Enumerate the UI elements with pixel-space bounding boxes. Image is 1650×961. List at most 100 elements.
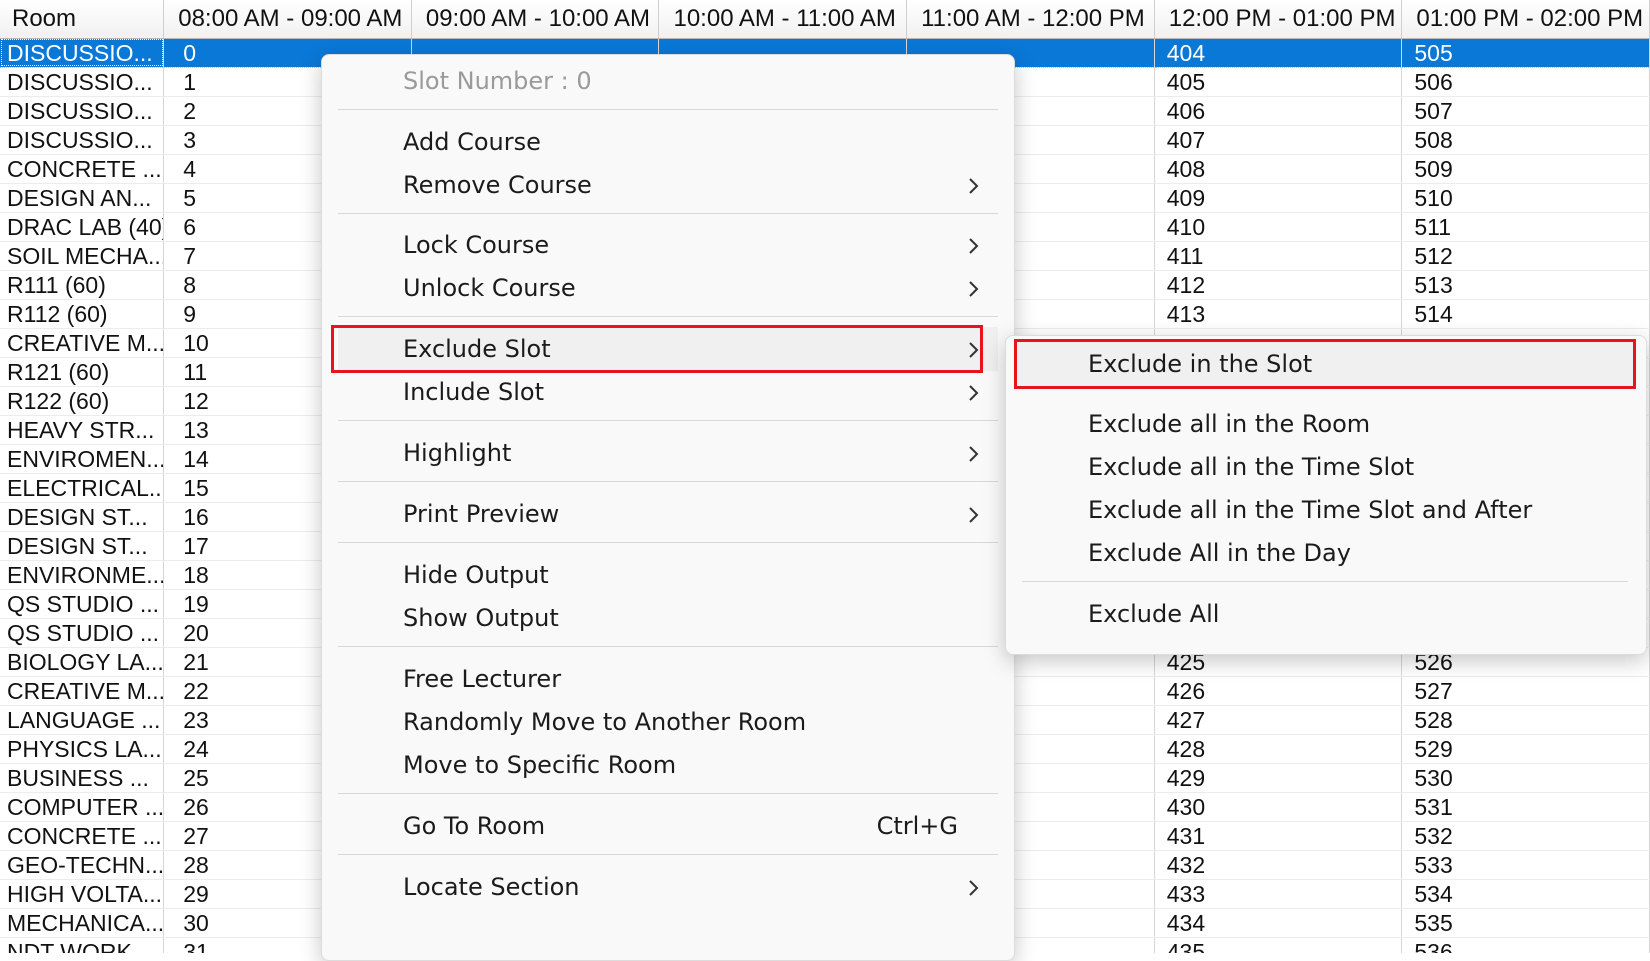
timeslot-cell[interactable]: 507	[1401, 96, 1650, 126]
timeslot-cell[interactable]: 506	[1401, 67, 1650, 97]
timeslot-cell[interactable]: 431	[1154, 821, 1403, 851]
room-cell[interactable]: HEAVY STR...	[0, 415, 165, 445]
timeslot-cell[interactable]: 410	[1154, 212, 1403, 242]
timeslot-cell[interactable]: 536	[1401, 937, 1650, 953]
timeslot-cell[interactable]: 407	[1154, 125, 1403, 155]
column-header-timeslot[interactable]: 11:00 AM - 12:00 PM	[906, 0, 1155, 39]
column-header-room[interactable]: Room	[0, 0, 165, 39]
room-cell[interactable]: R112 (60)	[0, 299, 165, 329]
timeslot-cell[interactable]: 531	[1401, 792, 1650, 822]
exclude-all-room-item[interactable]: Exclude all in the Room	[1016, 402, 1634, 446]
timeslot-cell[interactable]: 514	[1401, 299, 1650, 329]
exclude-in-slot-item[interactable]: Exclude in the Slot	[1016, 342, 1634, 386]
room-cell[interactable]: NDT WORK	[0, 937, 165, 953]
timeslot-cell[interactable]: 433	[1154, 879, 1403, 909]
timeslot-cell[interactable]: 527	[1401, 676, 1650, 706]
timeslot-cell[interactable]: 508	[1401, 125, 1650, 155]
room-cell[interactable]: CREATIVE M...	[0, 676, 165, 706]
timeslot-cell[interactable]: 434	[1154, 908, 1403, 938]
timeslot-cell[interactable]: 435	[1154, 937, 1403, 953]
add-course-item[interactable]: Add Course	[338, 120, 998, 164]
room-cell[interactable]: QS STUDIO ...	[0, 589, 165, 619]
exclude-all-item[interactable]: Exclude All	[1016, 592, 1634, 636]
timeslot-cell[interactable]: 510	[1401, 183, 1650, 213]
room-cell[interactable]: COMPUTER ...	[0, 792, 165, 822]
timeslot-cell[interactable]: 509	[1401, 154, 1650, 184]
timeslot-cell[interactable]: 532	[1401, 821, 1650, 851]
lock-course-item[interactable]: Lock Course	[338, 223, 998, 267]
timeslot-cell[interactable]: 534	[1401, 879, 1650, 909]
include-slot-item[interactable]: Include Slot	[338, 370, 998, 414]
timeslot-cell[interactable]: 406	[1154, 96, 1403, 126]
show-output-item[interactable]: Show Output	[338, 596, 998, 640]
room-cell[interactable]: ELECTRICAL...	[0, 473, 165, 503]
exclude-slot-item[interactable]: Exclude Slot	[338, 327, 998, 371]
timeslot-cell[interactable]: 528	[1401, 705, 1650, 735]
hide-output-item[interactable]: Hide Output	[338, 553, 998, 597]
timeslot-cell[interactable]: 404	[1154, 38, 1403, 68]
room-cell[interactable]: DESIGN ST...	[0, 502, 165, 532]
timeslot-cell[interactable]: 411	[1154, 241, 1403, 271]
room-cell[interactable]: HIGH VOLTA...	[0, 879, 165, 909]
column-header-timeslot[interactable]: 10:00 AM - 11:00 AM	[658, 0, 908, 39]
timeslot-cell[interactable]: 513	[1401, 270, 1650, 300]
timeslot-cell[interactable]: 512	[1401, 241, 1650, 271]
remove-course-item[interactable]: Remove Course	[338, 163, 998, 207]
move-specific-room-item[interactable]: Move to Specific Room	[338, 743, 998, 787]
timeslot-cell[interactable]: 428	[1154, 734, 1403, 764]
exclude-all-time-slot-item[interactable]: Exclude all in the Time Slot	[1016, 445, 1634, 489]
room-cell[interactable]: LANGUAGE ...	[0, 705, 165, 735]
room-cell[interactable]: DISCUSSIO...	[0, 96, 165, 126]
room-cell[interactable]: DISCUSSIO...	[0, 125, 165, 155]
timeslot-cell[interactable]: 429	[1154, 763, 1403, 793]
timeslot-cell[interactable]: 426	[1154, 676, 1403, 706]
unlock-course-item[interactable]: Unlock Course	[338, 266, 998, 310]
column-header-timeslot[interactable]: 09:00 AM - 10:00 AM	[411, 0, 660, 39]
column-header-timeslot[interactable]: 01:00 PM - 02:00 PM	[1401, 0, 1650, 39]
timeslot-cell[interactable]: 408	[1154, 154, 1403, 184]
room-cell[interactable]: CONCRETE ...	[0, 154, 165, 184]
timeslot-cell[interactable]: 427	[1154, 705, 1403, 735]
highlight-item[interactable]: Highlight	[338, 431, 998, 475]
timeslot-cell[interactable]: 405	[1154, 67, 1403, 97]
room-cell[interactable]: R121 (60)	[0, 357, 165, 387]
room-cell[interactable]: QS STUDIO ...	[0, 618, 165, 648]
room-cell[interactable]: PHYSICS LA...	[0, 734, 165, 764]
room-cell[interactable]: GEO-TECHN...	[0, 850, 165, 880]
timeslot-cell[interactable]: 535	[1401, 908, 1650, 938]
room-cell[interactable]: DRAC LAB (40)	[0, 212, 165, 242]
room-cell[interactable]: CREATIVE M...	[0, 328, 165, 358]
column-header-timeslot[interactable]: 08:00 AM - 09:00 AM	[163, 0, 412, 39]
timeslot-cell[interactable]: 533	[1401, 850, 1650, 880]
room-cell[interactable]: DESIGN ST...	[0, 531, 165, 561]
room-cell[interactable]: DISCUSSIO...	[0, 67, 165, 97]
print-preview-item[interactable]: Print Preview	[338, 492, 998, 536]
room-cell[interactable]: ENVIROMEN...	[0, 444, 165, 474]
column-header-timeslot[interactable]: 12:00 PM - 01:00 PM	[1154, 0, 1403, 39]
timeslot-cell[interactable]: 511	[1401, 212, 1650, 242]
room-cell[interactable]: R111 (60)	[0, 270, 165, 300]
timeslot-cell[interactable]: 529	[1401, 734, 1650, 764]
locate-section-item[interactable]: Locate Section	[338, 865, 998, 909]
timeslot-cell[interactable]: 409	[1154, 183, 1403, 213]
timeslot-cell[interactable]: 432	[1154, 850, 1403, 880]
exclude-all-time-slot-after-item[interactable]: Exclude all in the Time Slot and After	[1016, 488, 1634, 532]
randomly-move-item[interactable]: Randomly Move to Another Room	[338, 700, 998, 744]
timeslot-cell[interactable]: 413	[1154, 299, 1403, 329]
timeslot-cell[interactable]: 430	[1154, 792, 1403, 822]
room-cell[interactable]: MECHANICA...	[0, 908, 165, 938]
room-cell[interactable]: SOIL MECHA...	[0, 241, 165, 271]
timeslot-cell[interactable]: 412	[1154, 270, 1403, 300]
timeslot-cell[interactable]: 505	[1401, 38, 1650, 68]
free-lecturer-item[interactable]: Free Lecturer	[338, 657, 998, 701]
timeslot-cell[interactable]: 530	[1401, 763, 1650, 793]
room-cell[interactable]: DISCUSSIO...	[0, 38, 165, 68]
exclude-all-day-item[interactable]: Exclude All in the Day	[1016, 531, 1634, 575]
room-cell[interactable]: BIOLOGY LA...	[0, 647, 165, 677]
room-cell[interactable]: ENVIRONME...	[0, 560, 165, 590]
go-to-room-item[interactable]: Go To Room Ctrl+G	[338, 804, 998, 848]
room-cell[interactable]: CONCRETE ...	[0, 821, 165, 851]
room-cell[interactable]: DESIGN AN...	[0, 183, 165, 213]
room-cell[interactable]: R122 (60)	[0, 386, 165, 416]
room-cell[interactable]: BUSINESS ...	[0, 763, 165, 793]
